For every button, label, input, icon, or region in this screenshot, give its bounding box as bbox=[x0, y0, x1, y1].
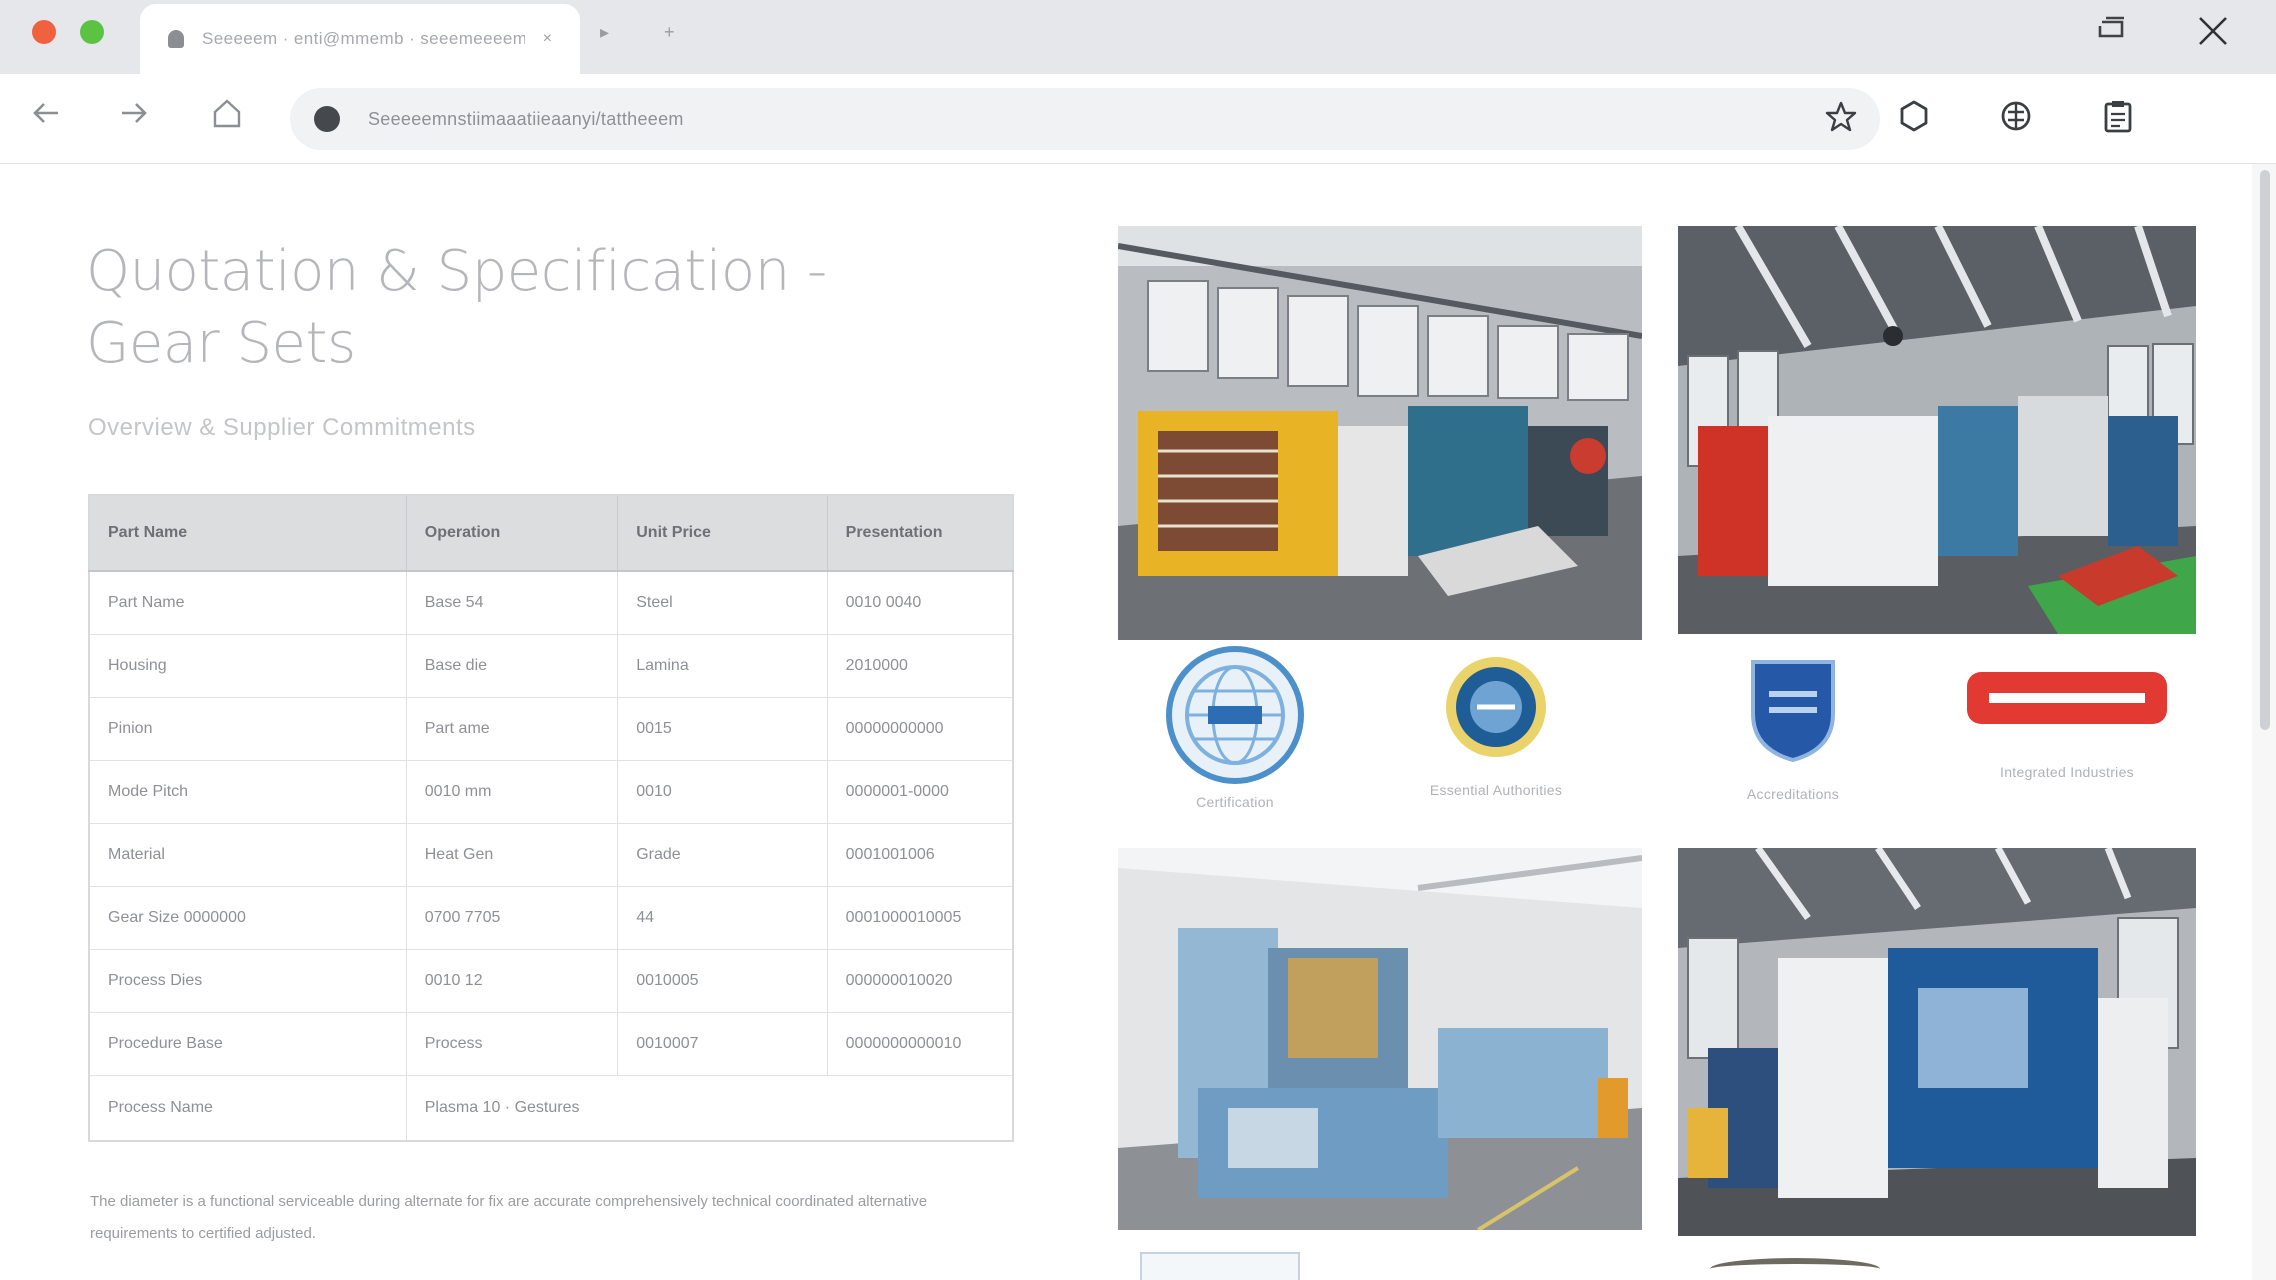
table-cell: Process Name bbox=[89, 1075, 407, 1142]
table-cell: Steel bbox=[617, 571, 828, 635]
table-cell: Grade bbox=[617, 823, 828, 887]
logo-caption: Essential Authorities bbox=[1429, 782, 1563, 798]
logo-caption: Certification bbox=[1196, 794, 1274, 810]
table-row: Pinion Part ame 0015 00000000000 bbox=[89, 697, 1014, 761]
globe-seal-icon bbox=[1166, 646, 1304, 784]
table-row: Mode Pitch 0010 mm 0010 0000001-0000 bbox=[89, 760, 1014, 824]
round-emblem-icon bbox=[1446, 657, 1546, 757]
body-paragraph: The diameter is a functional serviceable… bbox=[90, 1193, 928, 1242]
scrollbar-thumb[interactable] bbox=[2260, 170, 2270, 730]
table-cell: Part ame bbox=[406, 697, 619, 761]
close-window-icon[interactable] bbox=[2196, 14, 2230, 54]
table-cell: 0700 7705 bbox=[406, 886, 619, 950]
home-icon[interactable] bbox=[210, 96, 244, 136]
table-row: Part Name Base 54 Steel 0010 0040 bbox=[89, 571, 1014, 635]
maximize-window-dot[interactable] bbox=[80, 20, 104, 44]
profile-sync-icon[interactable] bbox=[1994, 94, 2038, 138]
table-cell: Lamina bbox=[617, 634, 828, 698]
partial-image bbox=[1710, 1258, 1880, 1280]
table-cell: Process bbox=[406, 1012, 619, 1076]
extensions-gear-icon[interactable] bbox=[1892, 94, 1936, 138]
table-cell: 0010 0040 bbox=[827, 571, 1014, 635]
page-title: Quotation & Specification - Gear Sets bbox=[86, 239, 827, 376]
table-header-row: Part Name Operation Unit Price Presentat… bbox=[89, 495, 1014, 572]
table-cell: Process Dies bbox=[89, 949, 407, 1013]
back-arrow-icon[interactable] bbox=[30, 96, 64, 136]
table-cell: Gear Size 0000000 bbox=[89, 886, 407, 950]
site-info-icon[interactable] bbox=[314, 106, 340, 132]
industry-logo[interactable]: Integrated Industries bbox=[1960, 668, 2174, 780]
close-window-dot[interactable] bbox=[32, 20, 56, 44]
column-header[interactable]: Unit Price bbox=[617, 495, 828, 572]
table-cell: Pinion bbox=[89, 697, 407, 761]
factory-photo[interactable] bbox=[1118, 848, 1642, 1230]
table-row: Gear Size 0000000 0700 7705 44 000100001… bbox=[89, 886, 1014, 950]
table-row: Housing Base die Lamina 2010000 bbox=[89, 634, 1014, 698]
table-cell: Procedure Base bbox=[89, 1012, 407, 1076]
browser-toolbar bbox=[0, 74, 2276, 164]
accreditation-logo[interactable]: Accreditations bbox=[1698, 654, 1888, 802]
certification-logo[interactable]: Certification bbox=[1152, 646, 1318, 810]
page-subtitle: Overview & Supplier Commitments bbox=[88, 414, 476, 441]
authority-logo[interactable]: Essential Authorities bbox=[1368, 654, 1624, 798]
tab-favicon-icon bbox=[168, 30, 184, 48]
tab-close-icon[interactable]: × bbox=[543, 30, 552, 48]
table-row: Process Dies 0010 12 0010005 00000001002… bbox=[89, 949, 1014, 1013]
url-input[interactable] bbox=[368, 108, 1568, 130]
table-cell: 0010007 bbox=[617, 1012, 828, 1076]
table-cell: 0010 12 bbox=[406, 949, 619, 1013]
table-cell: 0015 bbox=[617, 697, 828, 761]
page-content: Quotation & Specification - Gear Sets Ov… bbox=[0, 164, 2276, 1280]
table-row: Procedure Base Process 0010007 000000000… bbox=[89, 1012, 1014, 1076]
table-row: Process Name Plasma 10 · Gestures bbox=[89, 1075, 1014, 1142]
address-bar[interactable] bbox=[290, 88, 1880, 150]
table-cell: 0010005 bbox=[617, 949, 828, 1013]
table-cell: Material bbox=[89, 823, 407, 887]
vertical-scrollbar[interactable] bbox=[2252, 164, 2276, 1280]
column-header[interactable]: Presentation bbox=[827, 495, 1014, 572]
table-cell: 44 bbox=[617, 886, 828, 950]
shield-badge-icon bbox=[1751, 660, 1835, 763]
table-cell: Base 54 bbox=[406, 571, 619, 635]
table-cell: Mode Pitch bbox=[89, 760, 407, 824]
table-cell: Heat Gen bbox=[406, 823, 619, 887]
new-tab-icon[interactable]: + bbox=[664, 22, 675, 43]
title-bar: Seeeeem · enti@mmemb · seeemeeeem × ▸ + bbox=[0, 0, 2276, 74]
factory-photo[interactable] bbox=[1118, 226, 1642, 640]
restore-window-icon[interactable] bbox=[2096, 14, 2128, 48]
bookmark-star-icon[interactable] bbox=[1824, 100, 1858, 140]
clipboard-icon[interactable] bbox=[2096, 94, 2140, 138]
table-cell: 0010 bbox=[617, 760, 828, 824]
specification-table: Part Name Operation Unit Price Presentat… bbox=[88, 494, 1014, 1142]
table-cell: Plasma 10 · Gestures bbox=[406, 1075, 1014, 1142]
table-cell: 0001000010005 bbox=[827, 886, 1014, 950]
column-header[interactable]: Part Name bbox=[89, 495, 407, 572]
table-cell: 0000000000010 bbox=[827, 1012, 1014, 1076]
red-banner-icon bbox=[1967, 672, 2167, 724]
table-cell: Housing bbox=[89, 634, 407, 698]
table-cell: 0001001006 bbox=[827, 823, 1014, 887]
logo-caption: Integrated Industries bbox=[2000, 764, 2134, 780]
table-cell: 00000000000 bbox=[827, 697, 1014, 761]
column-header[interactable]: Operation bbox=[406, 495, 619, 572]
partial-image bbox=[1140, 1252, 1300, 1280]
table-cell: Part Name bbox=[89, 571, 407, 635]
factory-photo[interactable] bbox=[1678, 848, 2196, 1236]
table-cell: 2010000 bbox=[827, 634, 1014, 698]
logo-caption: Accreditations bbox=[1746, 786, 1840, 802]
tab-menu-icon[interactable]: ▸ bbox=[600, 22, 609, 43]
table-cell: 0000001-0000 bbox=[827, 760, 1014, 824]
tab-title: Seeeeem · enti@mmemb · seeemeeeem bbox=[202, 29, 525, 48]
table-cell: 000000010020 bbox=[827, 949, 1014, 1013]
factory-photo[interactable] bbox=[1678, 226, 2196, 634]
table-row: Material Heat Gen Grade 0001001006 bbox=[89, 823, 1014, 887]
table-cell: Base die bbox=[406, 634, 619, 698]
forward-arrow-icon[interactable] bbox=[116, 96, 150, 136]
active-tab[interactable]: Seeeeem · enti@mmemb · seeemeeeem × bbox=[140, 4, 580, 74]
table-cell: 0010 mm bbox=[406, 760, 619, 824]
